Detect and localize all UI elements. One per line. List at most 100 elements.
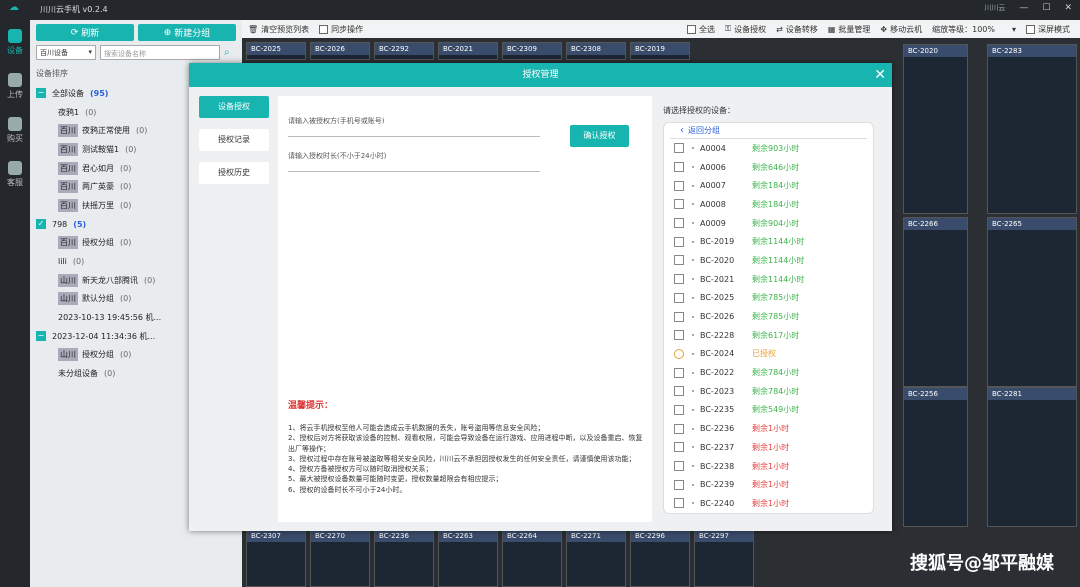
tree-item-label: 全部设备 [52, 88, 84, 98]
device-name: BC-2235 [700, 405, 735, 415]
device-row[interactable]: BC-2022 剩余784小时 [664, 363, 873, 382]
device-row[interactable]: BC-2235 剩余549小时 [664, 401, 873, 420]
rail-item-0[interactable]: 设备 [0, 20, 30, 64]
device-transfer-button[interactable]: ⇄ 设备转移 [776, 24, 818, 35]
maximize-icon[interactable]: ☐ [1042, 3, 1050, 13]
phone-preview[interactable]: BC-2281 [987, 387, 1077, 527]
checkbox-icon[interactable] [674, 311, 684, 322]
checkbox-icon[interactable] [674, 274, 684, 285]
phone-preview[interactable]: BC-2308 [566, 42, 626, 60]
device-auth-button[interactable]: ⚿ 设备授权 [725, 24, 766, 35]
batch-manage-button[interactable]: ▦ 批量管理 [828, 24, 871, 35]
checkbox-icon[interactable]: − [36, 331, 46, 342]
device-row[interactable]: BC-2026 剩余785小时 [664, 307, 873, 326]
close-icon[interactable]: ✕ [874, 63, 886, 87]
phone-preview[interactable]: BC-2263 [438, 529, 498, 587]
clock-icon[interactable] [674, 348, 684, 359]
device-row[interactable]: A0006 剩余646小时 [664, 158, 873, 177]
select-all-checkbox[interactable]: 全选 [687, 24, 715, 35]
phone-preview[interactable]: BC-2270 [310, 529, 370, 587]
back-to-group-link[interactable]: ‹ 返回分组 [670, 123, 867, 139]
phone-preview[interactable]: BC-2236 [374, 529, 434, 587]
zoom-select[interactable]: 缩放等级：100% ▾ [932, 24, 1016, 35]
checkbox-icon[interactable] [674, 498, 684, 509]
phone-preview[interactable]: BC-2297 [694, 529, 754, 587]
phone-preview[interactable]: BC-2271 [566, 529, 626, 587]
rail-item-1[interactable]: 上传 [0, 64, 30, 108]
checkbox-icon[interactable]: ✓ [36, 219, 46, 230]
device-row[interactable]: BC-2238 剩余1小时 [664, 457, 873, 476]
tab-2[interactable]: 授权历史 [199, 162, 269, 184]
rail-item-2[interactable]: 购买 [0, 108, 30, 152]
phone-preview[interactable]: BC-2296 [630, 529, 690, 587]
device-type-select[interactable]: 百川设备 ▾ [36, 45, 96, 60]
checkbox-icon[interactable] [674, 180, 684, 191]
checkbox-icon[interactable] [674, 404, 684, 415]
checkbox-icon[interactable] [674, 218, 684, 229]
refresh-button[interactable]: ⟳ 刷新 [36, 24, 134, 41]
checkbox-icon[interactable] [674, 423, 684, 434]
tab-0[interactable]: 设备授权 [199, 96, 269, 118]
phone-preview[interactable]: BC-2264 [502, 529, 562, 587]
checkbox-icon[interactable] [674, 442, 684, 453]
checkbox-icon[interactable] [674, 236, 684, 247]
device-row[interactable]: BC-2025 剩余785小时 [664, 289, 873, 308]
clear-preview-button[interactable]: 🗑 清空预览列表 [248, 24, 309, 35]
grantee-input[interactable]: 请输入被授权方(手机号或账号) [288, 116, 540, 137]
device-row[interactable]: BC-2228 剩余617小时 [664, 326, 873, 345]
phone-preview[interactable]: BC-2265 [987, 217, 1077, 387]
device-row[interactable]: BC-2021 剩余1144小时 [664, 270, 873, 289]
phone-preview[interactable]: BC-2266 [903, 217, 968, 387]
search-icon[interactable]: ⌕ [224, 47, 236, 59]
phone-preview[interactable]: BC-2283 [987, 44, 1077, 214]
checkbox-icon[interactable] [674, 292, 684, 303]
phone-preview[interactable]: BC-2292 [374, 42, 434, 60]
device-row[interactable]: BC-2237 剩余1小时 [664, 438, 873, 457]
device-row[interactable]: BC-2240 剩余1小时 [664, 494, 873, 513]
phone-name: BC-2265 [988, 218, 1076, 230]
checkbox-icon[interactable] [674, 255, 684, 266]
device-row[interactable]: A0008 剩余184小时 [664, 195, 873, 214]
phone-preview[interactable]: BC-2019 [630, 42, 690, 60]
device-row[interactable]: A0007 剩余184小时 [664, 176, 873, 195]
device-row[interactable]: BC-2023 剩余784小时 [664, 382, 873, 401]
checkbox-icon[interactable] [674, 461, 684, 472]
tree-item-label: 测试鞍猫1 [82, 144, 120, 154]
minimize-icon[interactable]: — [1019, 3, 1028, 13]
device-row[interactable]: BC-2236 剩余1小时 [664, 419, 873, 438]
phone-preview[interactable]: BC-2020 [903, 44, 968, 214]
chevron-left-icon: ‹ [680, 125, 684, 136]
phone-preview[interactable]: BC-2309 [502, 42, 562, 60]
device-status: 剩余904小时 [752, 218, 800, 228]
checkbox-icon[interactable] [674, 367, 684, 378]
checkbox-icon[interactable] [674, 162, 684, 173]
device-row[interactable]: BC-2239 剩余1小时 [664, 475, 873, 494]
tab-1[interactable]: 授权记录 [199, 129, 269, 151]
checkbox-icon[interactable] [674, 330, 684, 341]
confirm-auth-button[interactable]: 确认授权 [570, 125, 629, 147]
device-row[interactable]: BC-2020 剩余1144小时 [664, 251, 873, 270]
move-phone-button[interactable]: ✥ 移动云机 [880, 24, 922, 35]
device-row[interactable]: A0009 剩余904小时 [664, 214, 873, 233]
checkbox-icon[interactable] [674, 386, 684, 397]
device-row[interactable]: BC-2024 已授权 [664, 345, 873, 364]
phone-preview[interactable]: BC-2256 [903, 387, 968, 527]
device-row[interactable]: BC-2019 剩余1144小时 [664, 232, 873, 251]
checkbox-icon[interactable] [674, 143, 684, 154]
phone-preview[interactable]: BC-2026 [310, 42, 370, 60]
search-input[interactable]: 搜索设备名称 [100, 45, 220, 60]
checkbox-icon[interactable] [674, 479, 684, 490]
phone-preview[interactable]: BC-2025 [246, 42, 306, 60]
device-row[interactable]: A0004 剩余903小时 [664, 139, 873, 158]
checkbox-icon[interactable]: − [36, 88, 46, 99]
new-group-button[interactable]: ⊕ 新建分组 [138, 24, 236, 41]
close-icon[interactable]: ✕ [1064, 3, 1072, 13]
phone-preview[interactable]: BC-2021 [438, 42, 498, 60]
rail-item-3[interactable]: 客服 [0, 152, 30, 196]
checkbox-icon[interactable] [674, 199, 684, 210]
phone-preview[interactable]: BC-2307 [246, 529, 306, 587]
duration-input[interactable]: 请输入授权时长(不小于24小时) [288, 151, 540, 172]
deep-screen-checkbox[interactable]: 深屏模式 [1026, 24, 1070, 35]
sync-checkbox[interactable]: 同步操作 [319, 24, 363, 35]
group-tag: 百川 [58, 180, 78, 194]
